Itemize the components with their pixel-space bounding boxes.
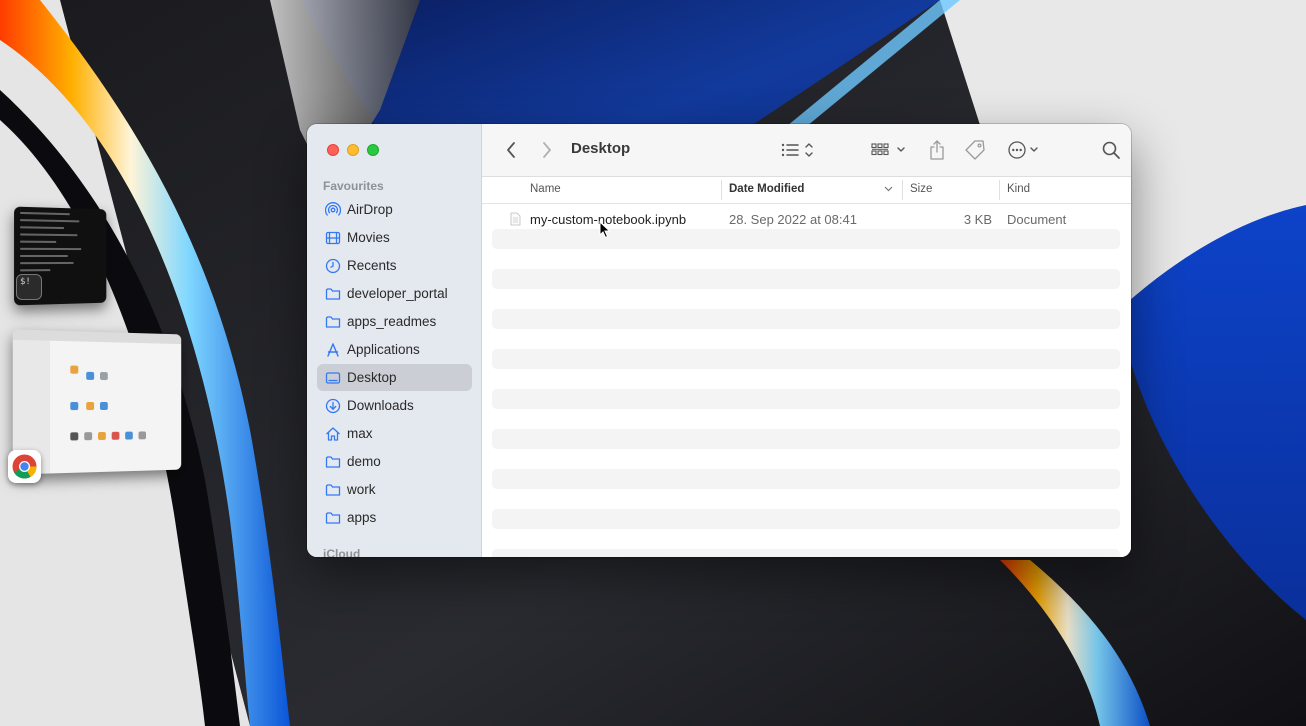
sidebar-item-label: max: [347, 426, 373, 441]
sidebar-item-demo[interactable]: demo: [317, 448, 472, 475]
applications-icon: [325, 342, 341, 358]
share-icon: [930, 140, 944, 160]
sidebar-item-apps[interactable]: apps: [317, 504, 472, 531]
tag-button[interactable]: [963, 137, 987, 163]
column-kind[interactable]: Kind: [1007, 183, 1030, 195]
sidebar-item-label: developer_portal: [347, 286, 448, 301]
close-button[interactable]: [327, 144, 339, 156]
table-row[interactable]: my-custom-notebook.ipynb 28. Sep 2022 at…: [492, 209, 1120, 229]
document-file-icon: [510, 212, 521, 226]
airdrop-icon: [325, 201, 341, 218]
download-icon: [325, 398, 341, 414]
sidebar-item-apps-readmes[interactable]: apps_readmes: [317, 308, 472, 335]
window-title: Desktop: [571, 140, 631, 157]
more-actions-button[interactable]: [1006, 137, 1046, 163]
ellipsis-circle-icon: [1008, 141, 1038, 159]
empty-row: [492, 269, 1120, 289]
sidebar-item-label: apps_readmes: [347, 314, 437, 329]
minimize-button[interactable]: [347, 144, 359, 156]
mouse-cursor-icon: [599, 221, 611, 239]
back-button[interactable]: [502, 137, 520, 163]
sidebar-item-applications[interactable]: Applications: [317, 336, 472, 363]
column-name[interactable]: Name: [530, 183, 561, 195]
sidebar-item-label: Movies: [347, 230, 390, 245]
home-icon: [325, 426, 341, 442]
sidebar-item-label: apps: [347, 510, 377, 525]
folder-icon: [325, 314, 341, 330]
maximize-button[interactable]: [367, 144, 379, 156]
empty-row: [492, 429, 1120, 449]
empty-row: [492, 229, 1120, 249]
sidebar-item-max[interactable]: max: [317, 420, 472, 447]
desktop: $! Favourites AirDrop Movies Recents dev…: [0, 0, 1306, 726]
sidebar-item-label: demo: [347, 454, 381, 469]
chevron-left-icon: [507, 142, 515, 158]
sidebar-item-recents[interactable]: Recents: [317, 252, 472, 279]
sidebar-item-label: Downloads: [347, 398, 414, 413]
column-header: Name Date Modified Size Kind: [482, 177, 1131, 204]
empty-row: [492, 549, 1120, 557]
sidebar-item-work[interactable]: work: [317, 476, 472, 503]
empty-row: [492, 309, 1120, 329]
sidebar-item-movies[interactable]: Movies: [317, 224, 472, 251]
sidebar-item-airdrop[interactable]: AirDrop: [317, 196, 472, 223]
empty-row: [492, 389, 1120, 409]
sidebar-item-downloads[interactable]: Downloads: [317, 392, 472, 419]
sidebar-item-label: Applications: [347, 342, 420, 357]
search-button[interactable]: [1099, 137, 1123, 163]
tag-icon: [965, 140, 985, 160]
column-date-modified[interactable]: Date Modified: [729, 183, 804, 195]
clock-icon: [325, 258, 341, 274]
folder-icon: [325, 454, 341, 470]
sidebar-item-label: work: [347, 482, 376, 497]
icloud-heading: iCloud: [323, 547, 361, 557]
view-options-button[interactable]: [780, 137, 820, 163]
chrome-app-icon[interactable]: [8, 450, 41, 483]
sidebar-item-desktop[interactable]: Desktop: [317, 364, 472, 391]
group-button[interactable]: [870, 137, 910, 163]
empty-row: [492, 469, 1120, 489]
file-kind: Document: [1007, 212, 1067, 227]
sidebar-item-label: Desktop: [347, 370, 397, 385]
list-view-icon: [781, 143, 813, 157]
sidebar-item-label: AirDrop: [347, 202, 393, 217]
sidebar: Favourites AirDrop Movies Recents develo…: [307, 124, 482, 557]
empty-row: [492, 509, 1120, 529]
film-icon: [325, 230, 341, 246]
file-list: Name Date Modified Size Kind my-custom-n…: [482, 177, 1131, 557]
folder-icon: [325, 482, 341, 498]
sidebar-item-label: Recents: [347, 258, 397, 273]
grid-group-icon: [871, 143, 905, 156]
desktop-icon: [325, 370, 341, 386]
search-icon: [1102, 141, 1120, 159]
folder-icon: [325, 510, 341, 526]
empty-row: [492, 349, 1120, 369]
file-size: 3 KB: [963, 212, 992, 227]
column-size[interactable]: Size: [910, 183, 932, 195]
sort-descending-icon: [884, 186, 893, 192]
chevron-right-icon: [543, 142, 551, 158]
share-button[interactable]: [926, 137, 948, 163]
file-date-modified: 28. Sep 2022 at 08:41: [729, 212, 857, 227]
finder-window: Favourites AirDrop Movies Recents develo…: [307, 124, 1131, 557]
terminal-app-icon[interactable]: $!: [16, 274, 42, 300]
forward-button[interactable]: [538, 137, 556, 163]
sidebar-item-developer-portal[interactable]: developer_portal: [317, 280, 472, 307]
folder-icon: [325, 286, 341, 302]
toolbar: Desktop: [482, 124, 1131, 177]
favourites-heading: Favourites: [323, 179, 384, 193]
